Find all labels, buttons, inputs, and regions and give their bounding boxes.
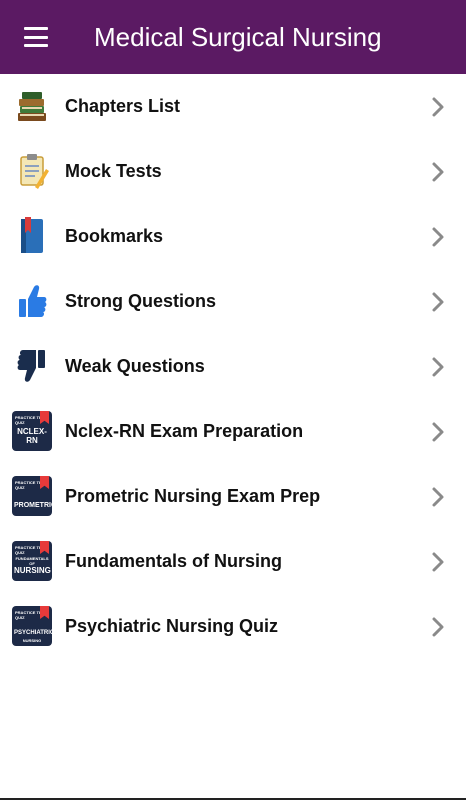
menu-item-label: Mock Tests — [65, 161, 162, 181]
menu-list: Chapters List Mock Tests Bookmarks Stron… — [0, 74, 466, 659]
app-bar: Medical Surgical Nursing — [0, 0, 466, 74]
menu-item-label: Weak Questions — [65, 356, 205, 376]
menu-item-weak-questions[interactable]: Weak Questions — [0, 334, 466, 399]
menu-item-fundamentals[interactable]: PRACTICE TEST QUIZ FUNDAMENTALS OF NURSI… — [0, 529, 466, 594]
chevron-right-icon — [432, 487, 444, 507]
menu-item-label: Nclex-RN Exam Preparation — [65, 421, 304, 441]
menu-item-strong-questions[interactable]: Strong Questions — [0, 269, 466, 334]
books-icon — [12, 86, 52, 126]
chevron-right-icon — [432, 292, 444, 312]
menu-item-bookmarks[interactable]: Bookmarks — [0, 204, 466, 269]
thumbs-up-icon — [12, 281, 52, 321]
chevron-right-icon — [432, 227, 444, 247]
bookmark-book-icon — [12, 216, 52, 256]
menu-item-nclex-rn[interactable]: PRACTICE TEST QUIZ NCLEX-RN Nclex-RN Exa… — [0, 399, 466, 464]
menu-item-mock-tests[interactable]: Mock Tests — [0, 139, 466, 204]
psychiatric-quiz-icon: PRACTICE TEST QUIZ PSYCHIATRIC NURSING — [12, 606, 52, 646]
menu-item-prometric[interactable]: PRACTICE TEST QUIZ PROMETRIC Prometric N… — [0, 464, 466, 529]
nclex-rn-quiz-icon: PRACTICE TEST QUIZ NCLEX-RN — [12, 411, 52, 451]
fundamentals-quiz-icon: PRACTICE TEST QUIZ FUNDAMENTALS OF NURSI… — [12, 541, 52, 581]
menu-item-label: Psychiatric Nursing Quiz — [65, 616, 279, 636]
hamburger-menu-icon[interactable] — [18, 22, 54, 52]
chevron-right-icon — [432, 162, 444, 182]
chevron-right-icon — [432, 552, 444, 572]
menu-item-label: Chapters List — [65, 96, 181, 116]
chevron-right-icon — [432, 97, 444, 117]
menu-item-label: Strong Questions — [65, 291, 217, 311]
menu-item-label: Bookmarks — [65, 226, 164, 246]
app-title: Medical Surgical Nursing — [94, 22, 382, 52]
clipboard-pencil-icon — [12, 151, 52, 191]
prometric-quiz-icon: PRACTICE TEST QUIZ PROMETRIC — [12, 476, 52, 516]
menu-item-psychiatric[interactable]: PRACTICE TEST QUIZ PSYCHIATRIC NURSING P… — [0, 594, 466, 659]
thumbs-down-icon — [12, 346, 52, 386]
menu-item-chapters-list[interactable]: Chapters List — [0, 74, 466, 139]
chevron-right-icon — [432, 357, 444, 377]
menu-item-label: Fundamentals of Nursing — [65, 551, 283, 571]
chevron-right-icon — [432, 617, 444, 637]
chevron-right-icon — [432, 422, 444, 442]
menu-item-label: Prometric Nursing Exam Prep — [65, 486, 321, 506]
